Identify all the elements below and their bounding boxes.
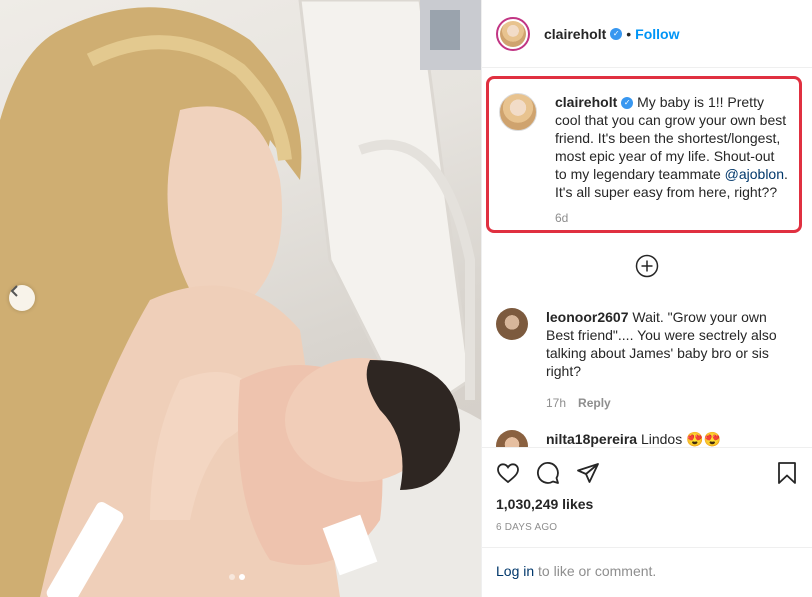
carousel-dot[interactable] (229, 574, 235, 580)
verified-badge-icon: ✓ (621, 97, 634, 110)
author-username[interactable]: claireholt (544, 26, 606, 42)
action-bar (482, 448, 812, 488)
follow-button[interactable]: Follow (635, 26, 679, 42)
like-count[interactable]: 1,030,249 likes (482, 488, 812, 512)
comment-age: 17h (546, 396, 567, 410)
caption-age: 6d (555, 211, 569, 225)
post-photo (0, 0, 481, 597)
verified-badge-icon: ✓ (610, 27, 623, 40)
carousel-dot-active[interactable] (239, 574, 245, 580)
comment-username[interactable]: nilta18pereira (546, 431, 637, 447)
paper-plane-icon[interactable] (576, 461, 600, 485)
bookmark-icon[interactable] (775, 461, 799, 485)
carousel-indicator (229, 574, 245, 580)
previous-slide-button[interactable] (9, 285, 35, 311)
caption-username[interactable]: claireholt (555, 94, 617, 110)
comment-item: leonoor2607 Wait. "Grow your own Best fr… (496, 308, 796, 412)
caption-author-avatar[interactable] (499, 93, 537, 131)
login-prompt: Log in to like or comment. (482, 547, 812, 597)
reply-button[interactable]: Reply (578, 396, 611, 410)
author-avatar[interactable] (496, 16, 530, 51)
caption-mention-link[interactable]: @ajoblon (725, 166, 784, 182)
post-header: claireholt ✓ • Follow (482, 0, 812, 68)
chevron-left-icon (10, 285, 18, 297)
login-link[interactable]: Log in (496, 563, 534, 579)
login-suffix: to like or comment. (534, 563, 657, 579)
comment-bubble-icon[interactable] (536, 461, 560, 485)
header-separator: • (626, 25, 632, 42)
post-date: 6 DAYS AGO (496, 522, 558, 533)
caption-highlight-box: claireholt ✓ My baby is 1!! Pretty cool t… (486, 76, 802, 233)
comment-text: Lindos 😍😍 (640, 431, 721, 447)
post-sidebar: claireholt ✓ • Follow claireholt ✓ My bab… (481, 0, 812, 597)
post-actions-panel: 1,030,249 likes 6 DAYS AGO (482, 447, 812, 547)
photo-illustration (0, 0, 481, 597)
caption-text: claireholt ✓ My baby is 1!! Pretty cool t… (555, 93, 789, 225)
heart-icon[interactable] (496, 461, 520, 485)
comment-username[interactable]: leonoor2607 (546, 309, 628, 325)
plus-circle-icon[interactable] (635, 254, 659, 278)
commenter-avatar[interactable] (496, 308, 528, 340)
comment-meta: 17h Reply (546, 394, 786, 412)
